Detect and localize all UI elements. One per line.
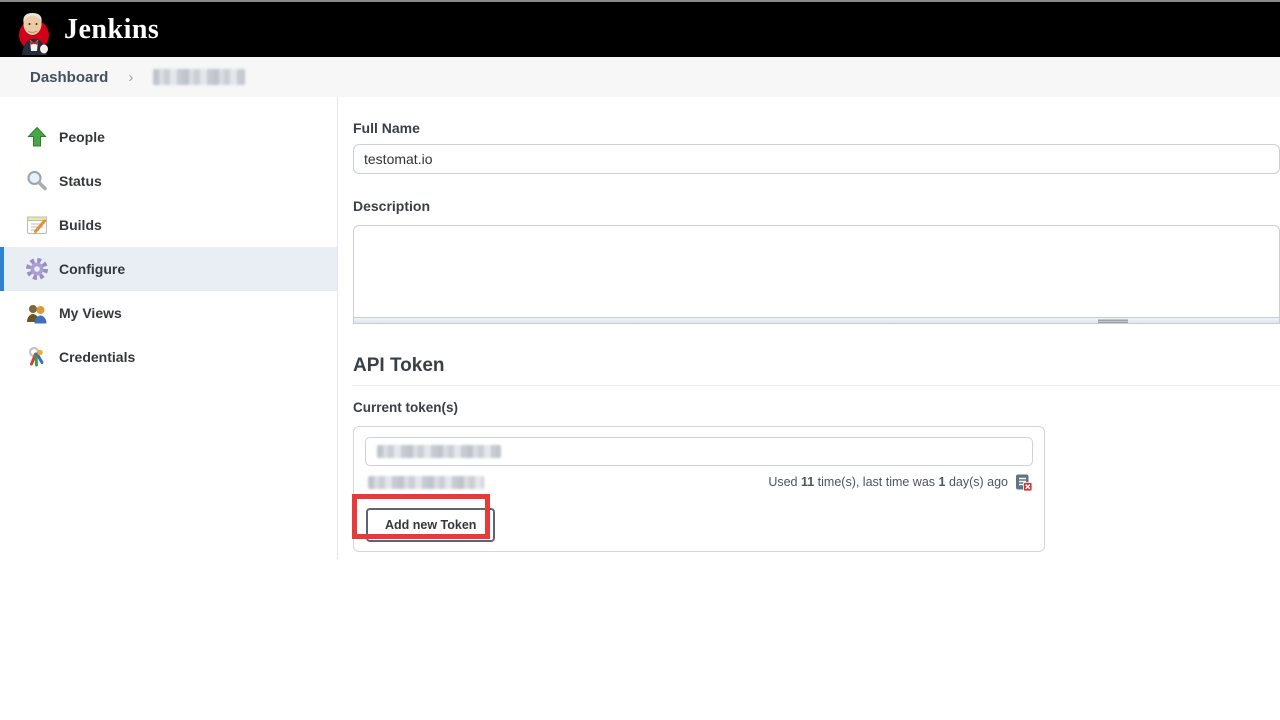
up-arrow-icon <box>24 124 50 150</box>
sidebar-item-label: My Views <box>59 305 122 321</box>
token-card: Used 11 time(s), last time was 1 day(s) … <box>353 426 1045 552</box>
sidebar-item-label: Builds <box>59 217 102 233</box>
token-stats-row: Used 11 time(s), last time was 1 day(s) … <box>365 473 1033 491</box>
textarea-resize-bar[interactable] <box>353 317 1280 324</box>
token-name-input[interactable] <box>365 437 1033 466</box>
brand-title[interactable]: Jenkins <box>64 14 159 46</box>
keys-icon <box>24 344 50 370</box>
api-token-heading: API Token <box>353 355 1280 377</box>
breadcrumb-user-redacted[interactable] <box>153 69 245 85</box>
breadcrumb-separator-icon: › <box>128 69 133 86</box>
description-label: Description <box>353 198 1280 214</box>
description-textarea[interactable] <box>353 225 1280 317</box>
full-name-label: Full Name <box>353 120 1280 136</box>
two-people-icon <box>24 300 50 326</box>
gear-icon <box>24 256 50 282</box>
resize-grip-icon[interactable] <box>1098 319 1128 323</box>
token-name-redacted <box>377 445 501 458</box>
sidebar-item-status[interactable]: Status <box>0 159 337 203</box>
section-divider <box>353 385 1280 386</box>
token-usage-text: Used 11 time(s), last time was 1 day(s) … <box>768 475 1008 489</box>
sidebar: People Status Builds <box>0 97 338 559</box>
notepad-pencil-icon <box>24 212 50 238</box>
content-layout: People Status Builds <box>0 97 1280 559</box>
header: Jenkins <box>0 2 1280 57</box>
token-created-redacted <box>368 476 484 489</box>
main-content: Full Name Description API Token Current … <box>338 97 1280 559</box>
sidebar-item-label: Credentials <box>59 349 135 365</box>
sidebar-item-configure[interactable]: Configure <box>0 247 337 291</box>
sidebar-item-builds[interactable]: Builds <box>0 203 337 247</box>
sidebar-item-label: Status <box>59 173 102 189</box>
sidebar-item-my-views[interactable]: My Views <box>0 291 337 335</box>
full-name-input[interactable] <box>353 144 1280 174</box>
revoke-token-icon[interactable] <box>1014 473 1033 492</box>
sidebar-item-label: Configure <box>59 261 125 277</box>
add-new-token-button[interactable]: Add new Token <box>366 508 495 542</box>
sidebar-item-label: People <box>59 129 105 145</box>
breadcrumb: Dashboard › <box>0 57 1280 97</box>
breadcrumb-dashboard-link[interactable]: Dashboard <box>30 69 108 86</box>
search-icon <box>24 168 50 194</box>
sidebar-item-people[interactable]: People <box>0 115 337 159</box>
sidebar-item-credentials[interactable]: Credentials <box>0 335 337 379</box>
jenkins-logo-icon[interactable] <box>16 9 54 55</box>
current-tokens-label: Current token(s) <box>353 400 1280 415</box>
